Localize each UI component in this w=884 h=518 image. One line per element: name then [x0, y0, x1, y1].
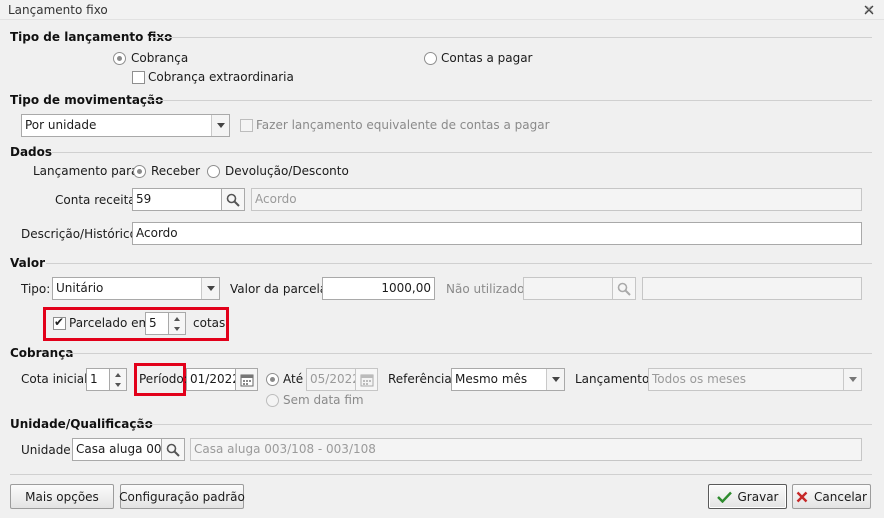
check-icon — [716, 491, 732, 503]
mais-opcoes-button[interactable]: Mais opções — [10, 484, 114, 509]
nao-utilizado-input — [523, 277, 613, 300]
window-title: Lançamento fixo — [8, 3, 108, 17]
configuracao-padrao-button[interactable]: Configuração padrão — [119, 484, 245, 509]
sem-data-fim-label: Sem data fim — [283, 393, 364, 407]
cancelar-button[interactable]: Cancelar — [792, 484, 871, 509]
lancamento-label: Lançamento: — [575, 372, 654, 386]
parcelas-stepper[interactable] — [168, 312, 186, 335]
divider — [52, 152, 872, 153]
radio-contas-pagar-label: Contas a pagar — [441, 51, 533, 65]
lancamento-para-label: Lançamento para: — [33, 164, 143, 178]
divider — [10, 474, 872, 475]
chevron-down-icon — [843, 369, 861, 390]
arrow-down-icon[interactable] — [110, 379, 126, 390]
radio-receber-label: Receber — [151, 164, 201, 178]
conta-receita-input[interactable]: 59 — [132, 188, 222, 211]
radio-devolucao-label: Devolução/Desconto — [225, 164, 349, 178]
close-icon[interactable] — [860, 1, 878, 19]
calendar-icon — [355, 368, 378, 391]
cotas-label: cotas — [193, 316, 226, 330]
periodo-label: Período: — [139, 372, 188, 386]
divider — [134, 424, 872, 425]
section-tipo-lancamento: Tipo de lançamento fixo — [10, 30, 173, 44]
tipo-movimentacao-select[interactable]: Por unidade — [21, 114, 230, 137]
check-icon: ✔ — [54, 315, 65, 329]
cota-inicial-label: Cota inicial: — [21, 372, 92, 386]
calendar-icon[interactable] — [235, 368, 258, 391]
checkbox-extraordinaria[interactable] — [132, 71, 145, 84]
nao-utilizado-desc — [642, 277, 862, 300]
lancamento-select: Todos os meses — [648, 368, 862, 391]
search-icon[interactable] — [161, 438, 185, 461]
section-cobranca: Cobrança — [10, 346, 74, 360]
chevron-down-icon[interactable] — [201, 278, 219, 299]
unidade-desc: Casa aluga 003/108 - 003/108 — [190, 438, 862, 461]
section-unidade: Unidade/Qualificação — [10, 417, 153, 431]
checkbox-fazer-lancamento[interactable] — [240, 119, 253, 132]
radio-receber[interactable] — [133, 165, 146, 178]
descricao-label: Descrição/Histórico: — [21, 227, 141, 241]
cancel-icon — [796, 491, 808, 503]
checkbox-extraordinaria-label: Cobrança extraordinaria — [148, 70, 294, 84]
divider — [146, 100, 872, 101]
chevron-down-icon[interactable] — [546, 369, 564, 390]
valor-parcela-label: Valor da parcela: — [230, 282, 332, 296]
checkbox-parcelado[interactable]: ✔ — [53, 315, 66, 330]
ate-input: 05/2022 — [306, 368, 356, 391]
cota-inicial-input[interactable]: 1 — [86, 368, 110, 391]
divider — [150, 37, 872, 38]
tipo-select[interactable]: Unitário — [52, 277, 220, 300]
parcelado-label: Parcelado em — [69, 316, 151, 330]
nao-utilizado-label: Não utilizado: — [446, 282, 529, 296]
unidade-input[interactable]: Casa aluga 003/1 — [72, 438, 162, 461]
radio-sem-data-fim[interactable] — [266, 394, 279, 407]
divider — [46, 263, 872, 264]
radio-cobranca[interactable] — [113, 52, 126, 65]
checkbox-fazer-lancamento-label: Fazer lançamento equivalente de contas a… — [256, 118, 550, 132]
conta-receita-desc: Acordo — [251, 188, 862, 211]
conta-receita-label: Conta receita: — [55, 193, 140, 207]
radio-devolucao[interactable] — [207, 165, 220, 178]
tipo-label: Tipo: — [21, 282, 51, 296]
periodo-input[interactable]: 01/2022 — [186, 368, 236, 391]
radio-cobranca-label: Cobrança — [131, 51, 189, 65]
section-dados: Dados — [10, 145, 53, 159]
divider — [66, 353, 872, 354]
descricao-input[interactable]: Acordo — [132, 222, 862, 245]
gravar-button[interactable]: Gravar — [708, 484, 787, 509]
chevron-down-icon[interactable] — [211, 115, 229, 136]
search-icon — [612, 277, 636, 300]
parcelas-input[interactable]: 5 — [145, 312, 169, 335]
radio-ate[interactable] — [266, 373, 279, 386]
search-icon[interactable] — [221, 188, 245, 211]
valor-parcela-input[interactable]: 1000,00 — [322, 277, 435, 300]
section-valor: Valor — [10, 256, 46, 270]
cota-inicial-stepper[interactable] — [109, 368, 127, 391]
section-tipo-movimentacao: Tipo de movimentação — [10, 93, 164, 107]
arrow-down-icon[interactable] — [169, 323, 185, 334]
title-bar — [0, 0, 884, 20]
referencia-label: Referência: — [388, 372, 456, 386]
unidade-label: Unidade: — [21, 443, 75, 457]
radio-contas-pagar[interactable] — [424, 52, 437, 65]
ate-label: Até — [283, 372, 304, 386]
